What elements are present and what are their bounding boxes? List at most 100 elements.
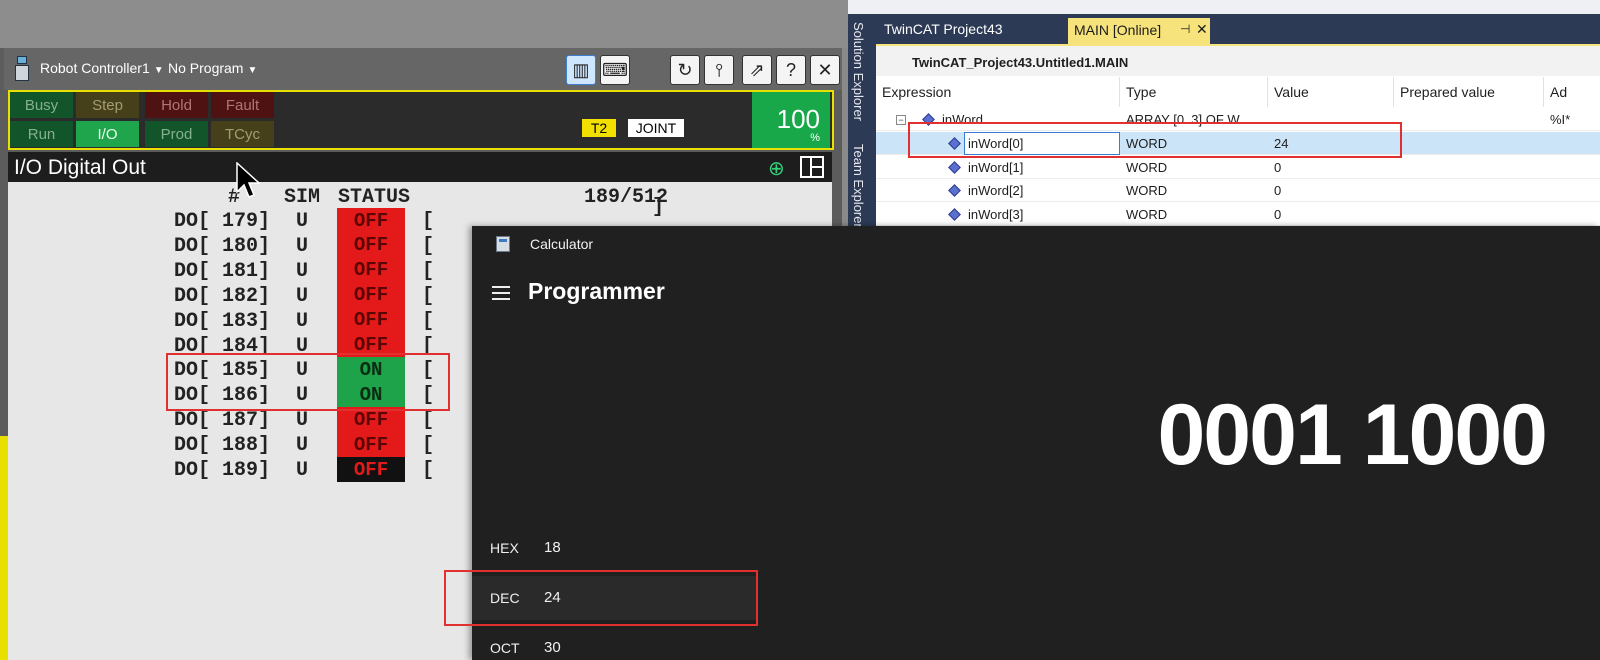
watch-path-label: TwinCAT_Project43.Untitled1.MAIN (912, 55, 1129, 70)
tab-team-explorer[interactable]: Team Explorer (851, 144, 866, 228)
ide-toolbar (848, 0, 1600, 14)
io-status[interactable]: OFF (337, 307, 405, 333)
type-cell: WORD (1126, 159, 1168, 175)
io-row[interactable]: DO[ 181] U OFF [ (8, 257, 488, 283)
highlight-box-do-185-186 (166, 353, 450, 411)
mode-badge: T2 (582, 119, 616, 137)
io-label: DO[ 187] (174, 409, 271, 433)
keyboard-icon: ⌨ (602, 59, 628, 80)
base-name: OCT (490, 640, 520, 656)
io-comment-bracket: [ (422, 459, 435, 482)
document-tabs: TwinCAT Project43 MAIN [Online] ⊣ ✕ (876, 18, 1600, 44)
value-cell: 0 (1274, 183, 1282, 198)
calculator-title: Calculator (530, 236, 594, 252)
external-window-icon: ⇗ (749, 59, 765, 80)
io-label: DO[ 188] (174, 434, 271, 458)
expression-cell: inWord[3] (968, 206, 1024, 222)
robot-arm-icon: ⫯ (715, 59, 723, 80)
col-prepared-value[interactable]: Prepared value (1394, 77, 1544, 107)
jog-button[interactable]: ⫯ (704, 55, 734, 85)
col-value[interactable]: Value (1268, 77, 1394, 107)
col-expression[interactable]: Expression (876, 77, 1120, 107)
variable-icon (948, 184, 961, 197)
tab-solution-explorer[interactable]: Solution Explorer (851, 22, 866, 121)
coord-badge: JOINT (628, 119, 684, 137)
col-type[interactable]: Type (1120, 77, 1268, 107)
robot-toolbar: Robot Controller1 ▼ No Program ▼ ▥ ⌨ ↻ ⫯ ⇗… (4, 48, 842, 90)
tab-main-label: MAIN [Online] (1074, 22, 1162, 38)
keyboard-button[interactable]: ⌨ (600, 55, 630, 85)
controller-dropdown[interactable]: Robot Controller1 ▼ (40, 60, 164, 76)
help-icon: ? (785, 59, 796, 80)
table-row[interactable]: inWord[2] WORD 0 (876, 179, 1600, 202)
col-address[interactable]: Ad (1544, 77, 1600, 107)
hamburger-menu-icon[interactable] (492, 286, 510, 300)
io-status[interactable]: OFF (337, 208, 405, 233)
mouse-cursor-icon (236, 162, 260, 198)
io-label: DO[ 181] (174, 259, 271, 283)
io-label: DO[ 180] (174, 234, 271, 258)
io-row[interactable]: DO[ 189] U OFF [ (8, 457, 488, 482)
io-label: DO[ 183] (174, 309, 271, 333)
status-fault: Fault (211, 92, 274, 118)
status-prod: Prod (145, 121, 208, 147)
io-label: DO[ 179] (174, 210, 271, 233)
status-step: Step (76, 92, 139, 118)
tab-main-online[interactable]: MAIN [Online] ⊣ ✕ (1068, 18, 1210, 44)
io-row[interactable]: DO[ 182] U OFF [ (8, 282, 488, 308)
io-row[interactable]: DO[ 183] U OFF [ (8, 307, 488, 333)
io-status[interactable]: OFF (337, 457, 405, 482)
help-button[interactable]: ? (776, 55, 806, 85)
screen-title-bar: I/O Digital Out ⊕ (8, 152, 832, 182)
variable-icon (948, 207, 961, 221)
io-label: DO[ 182] (174, 284, 271, 308)
calculator-mode: Programmer (528, 278, 665, 304)
refresh-icon: ↻ (677, 59, 693, 80)
override-unit: % (810, 132, 820, 144)
frame-edge (0, 436, 8, 660)
type-cell: WORD (1126, 206, 1168, 222)
io-sim: U (296, 210, 309, 233)
type-cell: WORD (1126, 183, 1168, 198)
layout-icon[interactable] (800, 156, 824, 178)
io-sim: U (296, 234, 309, 258)
io-comment-bracket: [ (422, 409, 435, 433)
status-panel: Busy Step Hold Fault Run I/O Prod TCyc T… (8, 90, 834, 150)
close-tab-icon[interactable]: ✕ (1196, 21, 1208, 38)
status-io: I/O (76, 121, 139, 147)
chevron-down-icon: ▼ (247, 65, 258, 76)
io-status[interactable]: OFF (337, 432, 405, 458)
expression-cell: inWord[2] (968, 183, 1024, 198)
io-comment-bracket: [ (422, 284, 435, 308)
screen-title: I/O Digital Out (14, 156, 146, 179)
program-dropdown-label: No Program (168, 60, 244, 76)
status-hold: Hold (145, 92, 208, 118)
io-row[interactable]: DO[ 180] U OFF [ (8, 232, 488, 258)
pendant-view-button[interactable]: ▥ (566, 55, 596, 85)
desktop-background (0, 0, 848, 48)
close-button[interactable]: ✕ (810, 55, 840, 85)
base-row-oct[interactable]: OCT 30 (472, 626, 758, 660)
io-status[interactable]: OFF (337, 232, 405, 258)
tab-project[interactable]: TwinCAT Project43 (884, 21, 1003, 37)
collapse-icon[interactable]: − (896, 115, 906, 125)
refresh-button[interactable]: ↻ (670, 55, 700, 85)
pin-icon[interactable]: ⊣ (1180, 22, 1190, 36)
parent-address: %I* (1550, 112, 1571, 127)
io-comment-bracket: [ (422, 434, 435, 458)
base-row-hex[interactable]: HEX 18 (472, 526, 758, 570)
column-header-status: STATUS (338, 186, 411, 209)
io-row[interactable]: DO[ 179] U OFF [] (8, 196, 664, 233)
zoom-in-icon[interactable]: ⊕ (768, 156, 792, 180)
io-sim: U (296, 409, 309, 433)
io-status[interactable]: OFF (337, 282, 405, 308)
column-header-sim: SIM (284, 186, 321, 209)
io-row[interactable]: DO[ 188] U OFF [ (8, 432, 488, 458)
io-status[interactable]: OFF (337, 257, 405, 283)
table-row[interactable]: inWord[3] WORD 0 (876, 203, 1600, 226)
table-row[interactable]: inWord[1] WORD 0 (876, 156, 1600, 179)
io-sim: U (296, 434, 309, 458)
pop-out-button[interactable]: ⇗ (742, 55, 772, 85)
program-dropdown[interactable]: No Program ▼ (168, 60, 257, 76)
override-display: 100 % (752, 92, 830, 148)
